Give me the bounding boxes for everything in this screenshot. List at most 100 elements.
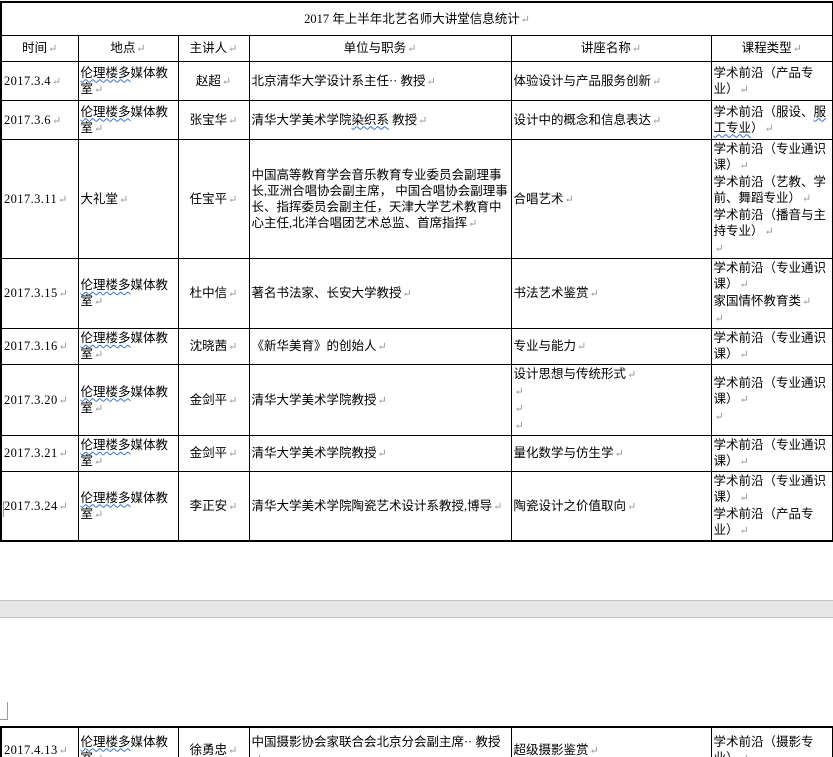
return-mark: ↵ <box>425 76 435 88</box>
text-run: 学术前沿（产品专业） <box>714 66 814 96</box>
table-cell[interactable]: 伦理楼多媒体教室↵ <box>78 727 178 757</box>
table-row: 2017.3.24↵ 伦理楼多媒体教室↵李正安↵清华大学美术学院陶瓷艺术设计系教授… <box>1 472 833 542</box>
table-cell[interactable]: 金剑平↵ <box>178 365 249 436</box>
text-run: 沈晓茜 <box>190 339 228 353</box>
paragraph: 量化数学与仿生学↵ <box>514 445 709 462</box>
paragraph: 学术前沿（播音与主持专业）↵ <box>714 207 831 240</box>
table-cell[interactable]: 学术前沿（专业通识课）↵ <box>711 436 833 472</box>
table-cell[interactable]: 任宝平↵ <box>178 140 249 259</box>
table-cell[interactable]: 2017.3.16↵ <box>1 329 78 365</box>
table-cell[interactable]: 伦理楼多媒体教室↵ <box>78 365 178 436</box>
table-cell[interactable]: 2017.3.11↵ <box>1 140 78 259</box>
return-mark: ↵ <box>93 84 103 96</box>
table-row: 2017.3.16↵伦理楼多媒体教室↵沈晓茜↵《新华美育》的创始人↵专业与能力↵… <box>1 329 833 365</box>
text-run: 学术前沿（摄影专业） <box>714 735 814 757</box>
table-cell[interactable]: 伦理楼多媒体教室↵ <box>78 436 178 472</box>
table-cell[interactable]: 2017.3.15↵ <box>1 259 78 329</box>
table-cell[interactable]: 量化数学与仿生学↵ <box>511 436 711 472</box>
return-mark: ↵ <box>739 349 749 361</box>
lecture-info-table-continued: 2017.4.13↵伦理楼多媒体教室↵徐勇忠↵中国摄影协会家联合会北京分会副主席… <box>0 726 833 757</box>
table-cell[interactable]: 2017.3.20↵ <box>1 365 78 436</box>
paragraph: 学术前沿（专业通识课）↵ <box>714 330 831 363</box>
return-mark: ↵ <box>739 160 749 172</box>
paragraph: 合唱艺术↵ <box>514 191 709 208</box>
text-run: 设计思想与传统形式 <box>514 367 627 381</box>
table-cell[interactable]: 伦理楼多媒体教室↵ <box>78 472 178 542</box>
paragraph: 伦理楼多媒体教室↵ <box>81 490 176 523</box>
text-run: 任宝平 <box>190 192 228 206</box>
table-cell[interactable]: 超级摄影鉴赏↵ <box>511 727 711 757</box>
paragraph: 书法艺术鉴赏↵ <box>514 285 709 302</box>
table-cell[interactable]: 清华大学美术学院陶瓷艺术设计系教授,博导↵ <box>249 472 511 542</box>
text-run: 学术前沿（产品专业） <box>714 507 814 537</box>
table-cell[interactable]: 大礼堂↵ <box>78 140 178 259</box>
table-cell[interactable]: 张宝华↵ <box>178 101 249 140</box>
paragraph: 2017.3.24↵ <box>4 498 76 515</box>
return-mark: ↵ <box>227 395 237 407</box>
table-cell[interactable]: 2017.3.24↵ <box>1 472 78 542</box>
column-header-course-type[interactable]: 课程类型↵ <box>711 36 833 62</box>
table-cell[interactable]: 学术前沿（摄影专业）↵ <box>711 727 833 757</box>
table-cell[interactable]: 学术前沿（服设、服工专业）↵ <box>711 101 833 140</box>
table-cell[interactable]: 沈晓茜↵ <box>178 329 249 365</box>
table-cell[interactable]: 学术前沿（专业通识课）↵ <box>711 329 833 365</box>
return-mark: ↵ <box>792 43 802 55</box>
column-header-speaker[interactable]: 主讲人↵ <box>178 36 249 62</box>
table-cell[interactable]: 伦理楼多媒体教室↵ <box>78 101 178 140</box>
table-cell[interactable]: 伦理楼多媒体教室↵ <box>78 329 178 365</box>
table-cell[interactable]: 清华大学美术学院染织系 教授↵ <box>249 101 511 140</box>
table-cell[interactable]: 设计中的概念和信息表达↵ <box>511 101 711 140</box>
table-cell[interactable]: 伦理楼多媒体教室↵ <box>78 259 178 329</box>
table-title[interactable]: 2017 年上半年北艺名师大讲堂信息统计↵ <box>1 2 833 36</box>
table-cell[interactable]: 中国高等教育学会音乐教育专业委员会副理事长,亚洲合唱协会副主席， 中国合唱协会副… <box>249 140 511 259</box>
paragraph: 学术前沿（专业通识课）↵ <box>714 141 831 174</box>
table-cell[interactable]: 专业与能力↵ <box>511 329 711 365</box>
table-cell[interactable]: 赵超↵ <box>178 62 249 101</box>
text-run: 2017.3.11 <box>4 192 57 206</box>
column-header-unit-title[interactable]: 单位与职务↵ <box>249 36 511 62</box>
table-cell[interactable]: 中国摄影协会家联合会北京分会副主席·· 教授↵ <box>249 727 511 757</box>
table-cell[interactable]: 设计思想与传统形式↵↵↵↵ <box>511 365 711 436</box>
table-cell[interactable]: 2017.4.13↵ <box>1 727 78 757</box>
paragraph: 伦理楼多媒体教室↵ <box>81 734 176 757</box>
table-cell[interactable]: 2017.3.6↵ <box>1 101 78 140</box>
table-cell[interactable]: 2017.3.4↵ <box>1 62 78 101</box>
table-cell[interactable]: 《新华美育》的创始人↵ <box>249 329 511 365</box>
paragraph: 沈晓茜↵ <box>181 338 247 355</box>
spellcheck-wavy-text: 伦理楼多 <box>81 438 131 452</box>
return-mark: ↵ <box>514 403 524 415</box>
paragraph: 学术前沿（艺教、学前、舞蹈专业）↵ <box>714 174 831 207</box>
return-mark: ↵ <box>227 448 237 460</box>
table-cell[interactable]: 陶瓷设计之价值取向↵ <box>511 472 711 542</box>
table-cell[interactable]: 徐勇忠↵ <box>178 727 249 757</box>
text-run: 陶瓷设计之价值取向 <box>514 499 627 513</box>
table-cell[interactable]: 学术前沿（专业通识课）↵家国情怀教育类↵↵ <box>711 259 833 329</box>
return-mark: ↵ <box>227 194 237 206</box>
table-cell[interactable]: 体验设计与产品服务创新↵ <box>511 62 711 101</box>
table-cell[interactable]: 杜中信↵ <box>178 259 249 329</box>
table-cell[interactable]: 北京清华大学设计系主任·· 教授↵ <box>249 62 511 101</box>
text-run: 金剑平 <box>190 393 228 407</box>
table-cell[interactable]: 学术前沿（专业通识课）↵学术前沿（艺教、学前、舞蹈专业）↵学术前沿（播音与主持专… <box>711 140 833 259</box>
table-cell[interactable]: 书法艺术鉴赏↵ <box>511 259 711 329</box>
return-mark: ↵ <box>47 43 57 55</box>
column-header-lecture-name[interactable]: 讲座名称↵ <box>511 36 711 62</box>
table-cell[interactable]: 金剑平↵ <box>178 436 249 472</box>
table-cell[interactable]: 清华大学美术学院教授↵ <box>249 436 511 472</box>
paragraph: 北京清华大学设计系主任·· 教授↵ <box>252 73 509 90</box>
table-cell[interactable]: 2017.3.21↵ <box>1 436 78 472</box>
table-cell[interactable]: 著名书法家、长安大学教授↵ <box>249 259 511 329</box>
table-cell[interactable]: 李正安↵ <box>178 472 249 542</box>
table-cell[interactable]: 合唱艺术↵ <box>511 140 711 259</box>
table-cell[interactable]: 学术前沿（专业通识课）↵↵ <box>711 365 833 436</box>
text-run: 体验设计与产品服务创新 <box>514 74 652 88</box>
column-header-time[interactable]: 时间↵ <box>1 36 78 62</box>
table-cell[interactable]: 伦理楼多媒体教室↵ <box>78 62 178 101</box>
column-header-location[interactable]: 地点↵ <box>78 36 178 62</box>
table-row: 2017.3.21↵伦理楼多媒体教室↵金剑平↵清华大学美术学院教授↵量化数学与仿… <box>1 436 833 472</box>
table-cell[interactable]: 清华大学美术学院教授↵ <box>249 365 511 436</box>
table-cell[interactable]: 学术前沿（产品专业）↵ <box>711 62 833 101</box>
spellcheck-wavy-text: 伦理楼多 <box>81 735 131 749</box>
spellcheck-wavy-text: 伦理楼多 <box>81 491 131 505</box>
table-cell[interactable]: 学术前沿（专业通识课）↵学术前沿（产品专业）↵ <box>711 472 833 542</box>
